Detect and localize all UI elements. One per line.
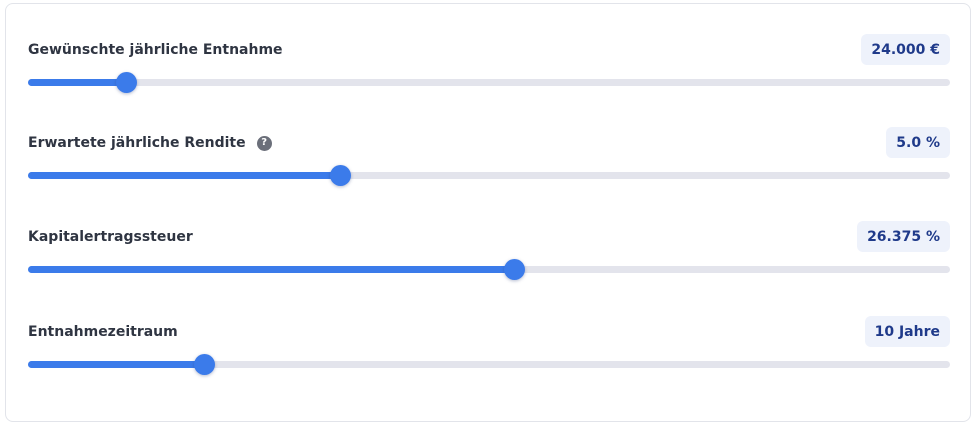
value-badge-return: 5.0 % — [886, 127, 950, 158]
slider-label-period: Entnahmezeitraum — [28, 324, 178, 340]
slider-fill-withdrawal — [28, 79, 126, 86]
slider-label-wrap: Gewünschte jährliche Entnahme — [28, 38, 283, 62]
slider-fill-return — [28, 172, 340, 179]
slider-track-return[interactable] — [28, 165, 950, 186]
slider-track-withdrawal[interactable] — [28, 72, 950, 93]
slider-fill-tax — [28, 266, 514, 273]
slider-row-period: Entnahmezeitraum 10 Jahre — [6, 316, 972, 410]
slider-thumb-withdrawal[interactable] — [115, 72, 137, 93]
slider-label-withdrawal: Gewünschte jährliche Entnahme — [28, 42, 283, 58]
slider-row-tax: Kapitalertragssteuer 26.375 % — [6, 221, 972, 315]
slider-label-wrap: Erwartete jährliche Rendite ? — [28, 131, 272, 155]
settings-card: Gewünschte jährliche Entnahme 24.000 € E… — [5, 3, 971, 422]
value-badge-tax: 26.375 % — [857, 221, 950, 252]
slider-row-return: Erwartete jährliche Rendite ? 5.0 % — [6, 127, 972, 221]
slider-thumb-tax[interactable] — [503, 259, 525, 280]
slider-thumb-return[interactable] — [329, 165, 351, 186]
value-badge-period: 10 Jahre — [864, 316, 950, 347]
value-badge-withdrawal: 24.000 € — [861, 34, 950, 65]
slider-label-wrap: Kapitalertragssteuer — [28, 225, 193, 249]
slider-label-wrap: Entnahmezeitraum — [28, 320, 178, 344]
slider-row-withdrawal: Gewünschte jährliche Entnahme 24.000 € — [6, 34, 972, 128]
slider-fill-period — [28, 361, 205, 368]
question-circle-icon[interactable]: ? — [256, 135, 272, 151]
slider-label-return: Erwartete jährliche Rendite — [28, 135, 246, 151]
slider-thumb-period[interactable] — [194, 354, 216, 375]
slider-label-tax: Kapitalertragssteuer — [28, 229, 193, 245]
slider-track-period[interactable] — [28, 354, 950, 375]
slider-track-tax[interactable] — [28, 259, 950, 280]
